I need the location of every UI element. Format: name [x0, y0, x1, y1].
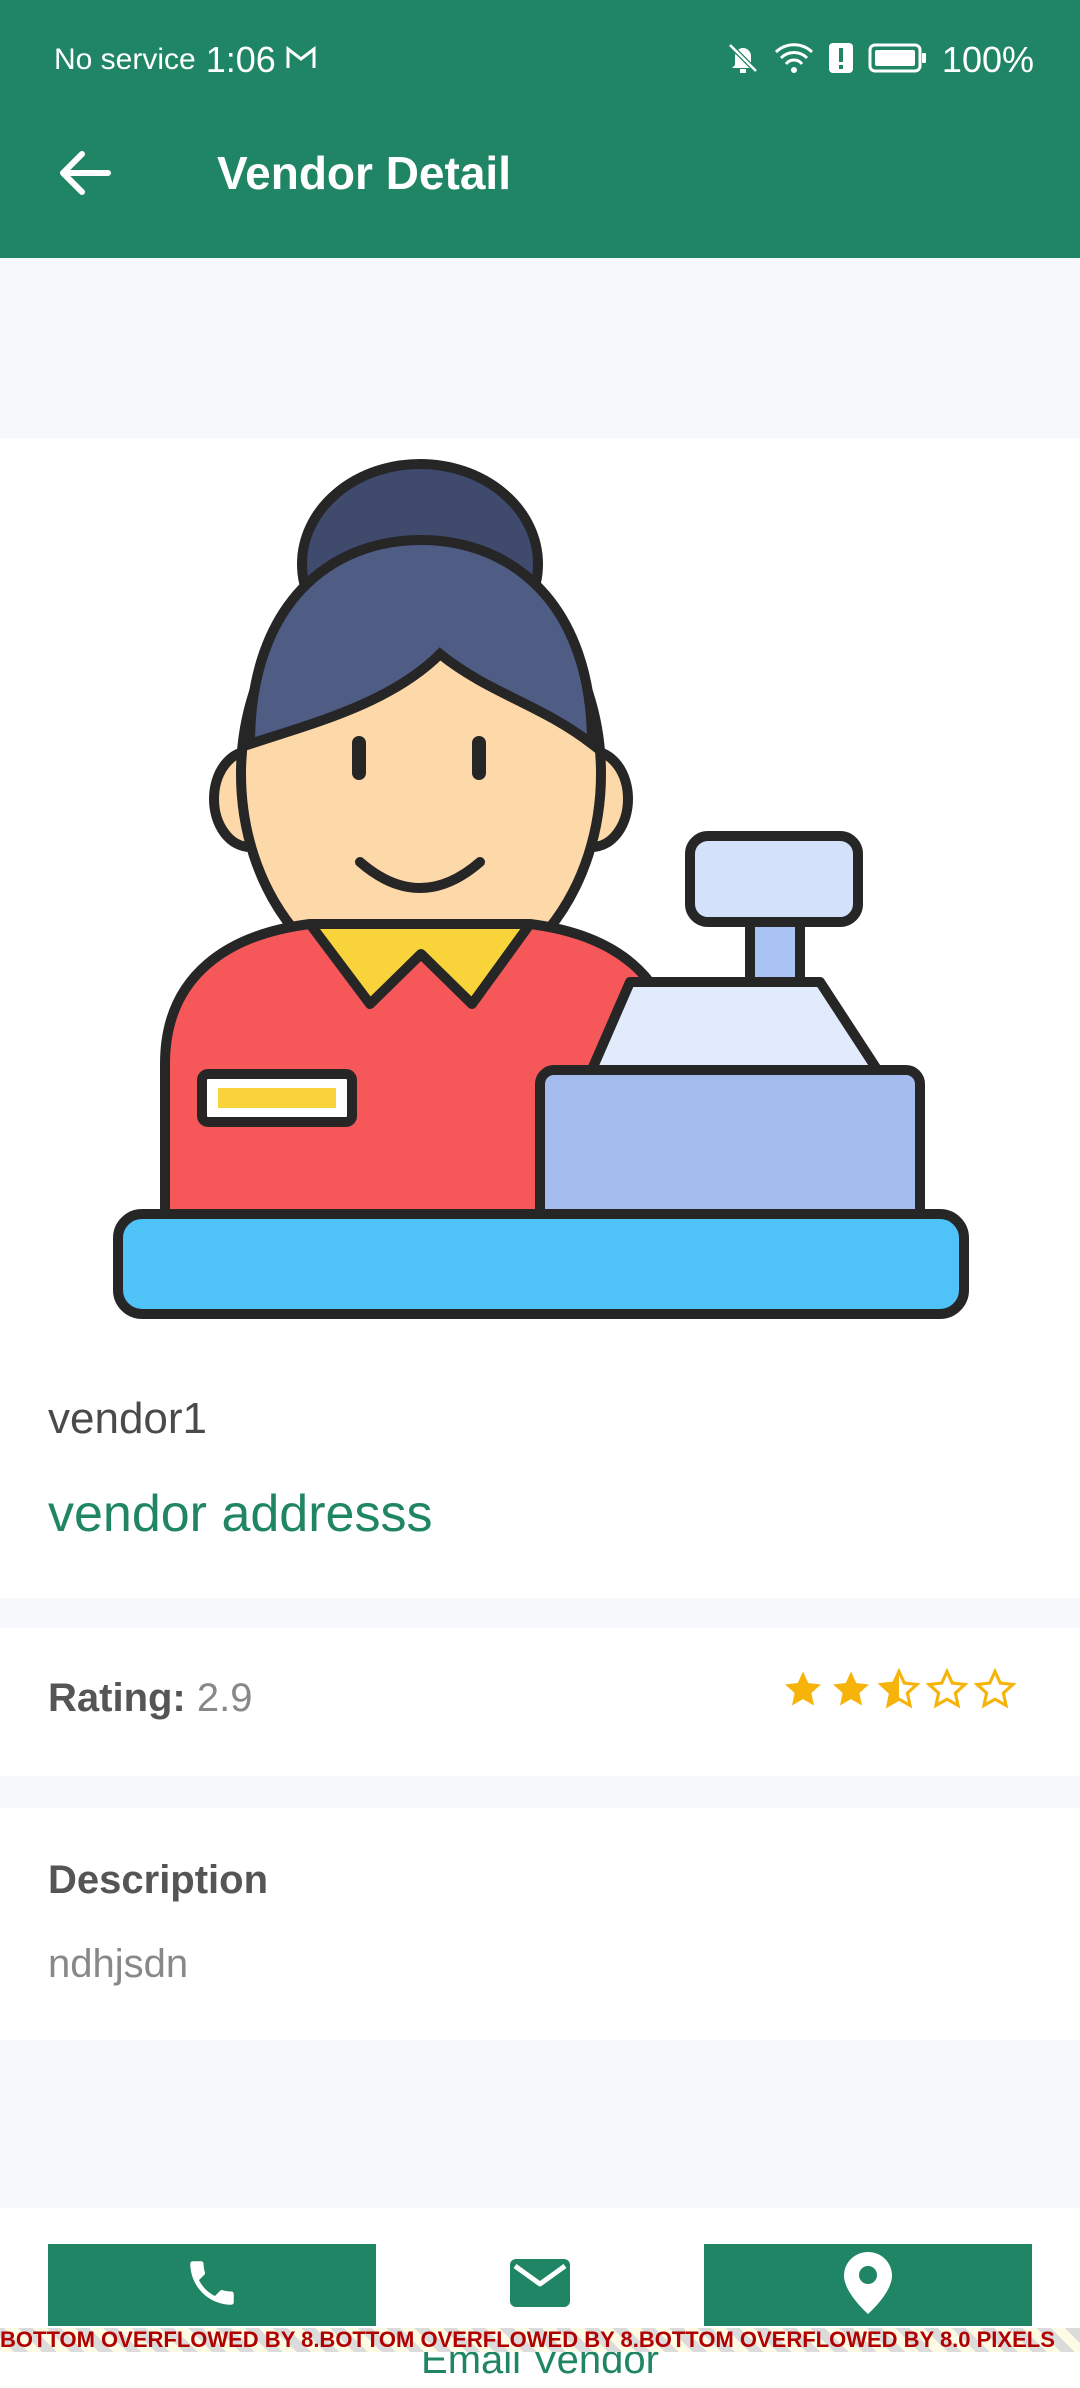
description-heading: Description: [48, 1858, 269, 1902]
battery-icon: [868, 43, 928, 78]
location-pin-icon: [844, 2251, 892, 2319]
vendor-avatar-image: [110, 454, 970, 1339]
arrow-left-icon: [58, 150, 112, 201]
rating-card: Rating: 2.9: [0, 1628, 1080, 1776]
rating-row: Rating: 2.9: [48, 1676, 253, 1721]
bottom-action-bar: Email Vendor: [0, 2208, 1080, 2388]
star-empty-icon: [926, 1668, 968, 1709]
vendor-address: vendor addresss: [48, 1485, 433, 1543]
rating-value: 2.9: [196, 1676, 253, 1720]
clock: 1:06: [205, 39, 276, 80]
overflow-warning-banner: BOTTOM OVERFLOWED BY 8.BOTTOM OVERFLOWED…: [0, 2328, 1080, 2352]
location-vendor-button[interactable]: [704, 2244, 1032, 2326]
rating-label: Rating:: [48, 1676, 186, 1720]
wifi-icon: [774, 42, 814, 79]
gmail-icon: [286, 45, 316, 75]
alert-icon: [828, 42, 854, 79]
star-filled-icon: [833, 1671, 869, 1706]
call-vendor-button[interactable]: [48, 2244, 376, 2326]
page-title: Vendor Detail: [217, 147, 511, 199]
overflow-warning-text: BOTTOM OVERFLOWED BY 8.BOTTOM OVERFLOWED…: [0, 2328, 1080, 2352]
description-text: ndhjsdn: [48, 1942, 189, 1986]
bell-off-icon: [726, 41, 760, 80]
description-card: Description ndhjsdn: [0, 1808, 1080, 2040]
star-filled-icon: [785, 1671, 821, 1706]
star-half-icon: [878, 1668, 920, 1709]
back-button[interactable]: [50, 140, 120, 210]
star-empty-icon: [974, 1668, 1016, 1709]
status-bar-right: 100%: [726, 38, 1034, 82]
vendor-name: vendor1: [48, 1394, 208, 1443]
status-bar-left: No service 1:06: [54, 38, 316, 82]
carrier-text: No service: [54, 43, 196, 76]
phone-icon: [183, 2254, 241, 2317]
mail-icon: [509, 2258, 571, 2313]
battery-percent: 100%: [941, 39, 1034, 80]
email-vendor-button[interactable]: [454, 2244, 626, 2326]
vendor-info-card: vendor1 vendor addresss: [0, 438, 1080, 1598]
star-rating: [782, 1668, 1016, 1710]
app-bar: No service 1:06 100% Vendor Detail: [0, 0, 1080, 258]
